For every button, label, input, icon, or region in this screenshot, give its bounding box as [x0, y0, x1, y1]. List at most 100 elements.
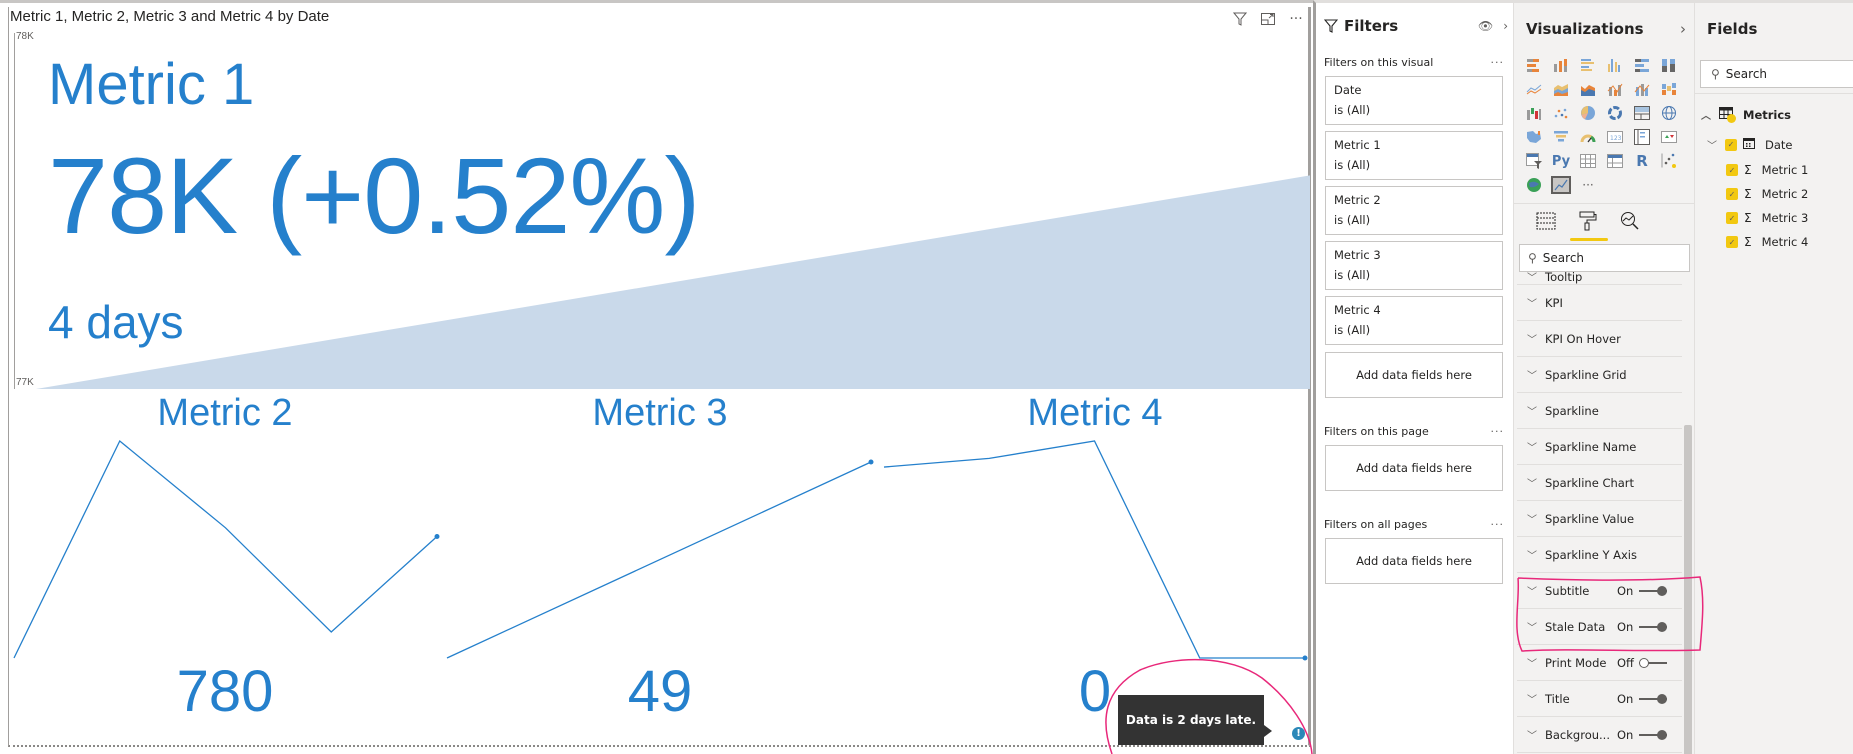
filter-card-date[interactable]: Date is (All) — [1325, 76, 1503, 125]
more-options-icon[interactable]: ··· — [1491, 518, 1505, 531]
filter-card-metric-4[interactable]: Metric 4 is (All) — [1325, 296, 1503, 345]
format-card-tooltip[interactable]: ﹀ Tooltip — [1517, 265, 1682, 285]
checkbox-checked-icon[interactable]: ✓ — [1726, 236, 1738, 248]
chevron-down-icon[interactable]: ﹀ — [1527, 295, 1537, 310]
funnel-icon[interactable] — [1551, 128, 1571, 146]
gauge-icon[interactable] — [1578, 128, 1598, 146]
format-pane-scrollbar[interactable] — [1684, 425, 1692, 754]
chevron-down-icon[interactable]: ﹀ — [1527, 727, 1537, 742]
format-card-kpi-on-hover[interactable]: ﹀ KPI On Hover — [1517, 321, 1682, 357]
pie-chart-icon[interactable] — [1578, 104, 1598, 122]
toggle-switch[interactable] — [1639, 658, 1669, 668]
add-page-filter-dropzone[interactable]: Add data fields here — [1325, 445, 1503, 491]
field-item-metric-3[interactable]: ✓ Σ Metric 3 — [1726, 211, 1808, 225]
slicer-icon[interactable] — [1524, 152, 1544, 170]
arcgis-map-icon[interactable] — [1524, 176, 1544, 194]
report-canvas[interactable]: Metric 1, Metric 2, Metric 3 and Metric … — [0, 0, 1313, 754]
filter-card-metric-1[interactable]: Metric 1 is (All) — [1325, 131, 1503, 180]
chevron-down-icon[interactable]: ﹀ — [1527, 367, 1537, 382]
r-visual-icon[interactable]: R — [1632, 152, 1652, 170]
field-item-metric-1[interactable]: ✓ Σ Metric 1 — [1726, 163, 1808, 177]
multi-row-card-icon[interactable] — [1632, 128, 1652, 146]
clustered-column-chart-icon[interactable] — [1605, 56, 1625, 74]
checkbox-checked-icon[interactable]: ✓ — [1726, 164, 1738, 176]
fields-tab-icon[interactable] — [1534, 209, 1558, 233]
format-card-sparkline-value[interactable]: ﹀ Sparkline Value — [1517, 501, 1682, 537]
format-card-title[interactable]: ﹀ Title On — [1517, 681, 1682, 717]
stacked-bar-chart-icon[interactable] — [1524, 56, 1544, 74]
format-card-subtitle[interactable]: ﹀ Subtitle On — [1517, 573, 1682, 609]
chevron-down-icon[interactable]: ﹀ — [1527, 583, 1537, 598]
map-icon[interactable] — [1659, 104, 1679, 122]
toggle-switch[interactable] — [1639, 730, 1669, 740]
checkbox-checked-icon[interactable]: ✓ — [1725, 138, 1737, 151]
toggle-knob[interactable] — [1657, 622, 1667, 632]
stacked-column-chart-icon[interactable] — [1551, 56, 1571, 74]
format-card-kpi[interactable]: ﹀ KPI — [1517, 285, 1682, 321]
toggle-knob[interactable] — [1639, 658, 1649, 668]
donut-chart-icon[interactable] — [1605, 104, 1625, 122]
line-chart-icon[interactable] — [1524, 80, 1544, 98]
kpi-sparkline-custom-visual-icon[interactable] — [1551, 176, 1571, 194]
clustered-bar-chart-icon[interactable] — [1578, 56, 1598, 74]
filter-icon[interactable] — [1231, 11, 1249, 27]
field-item-date[interactable]: ﹀ ✓ Date — [1707, 137, 1793, 153]
filter-card-metric-3[interactable]: Metric 3 is (All) — [1325, 241, 1503, 290]
toggle-switch[interactable] — [1639, 622, 1669, 632]
format-paint-roller-tab-icon[interactable] — [1570, 209, 1608, 241]
field-table-metrics[interactable]: ︿ Metrics — [1701, 107, 1791, 123]
chevron-up-icon[interactable]: ︿ — [1701, 107, 1711, 122]
area-chart-icon[interactable] — [1551, 80, 1571, 98]
format-card-sparkline[interactable]: ﹀ Sparkline — [1517, 393, 1682, 429]
format-card-backgrou[interactable]: ﹀ Backgrou... On — [1517, 717, 1682, 753]
format-card-stale-data[interactable]: ﹀ Stale Data On — [1517, 609, 1682, 645]
focus-mode-icon[interactable] — [1259, 11, 1277, 27]
eye-icon[interactable]: 👁 — [1478, 19, 1493, 33]
chevron-down-icon[interactable]: ﹀ — [1527, 269, 1537, 284]
waterfall-chart-icon[interactable] — [1524, 104, 1544, 122]
format-card-sparkline-chart[interactable]: ﹀ Sparkline Chart — [1517, 465, 1682, 501]
scatter-chart-icon[interactable] — [1551, 104, 1571, 122]
chevron-down-icon[interactable]: ﹀ — [1527, 691, 1537, 706]
stale-data-warning-icon[interactable]: ! — [1292, 727, 1305, 740]
toggle-switch[interactable] — [1639, 694, 1669, 704]
stacked-area-chart-icon[interactable] — [1578, 80, 1598, 98]
filled-map-icon[interactable] — [1524, 128, 1544, 146]
toggle-knob[interactable] — [1657, 586, 1667, 596]
filter-card-metric-2[interactable]: Metric 2 is (All) — [1325, 186, 1503, 235]
card-icon[interactable]: 123 — [1605, 128, 1625, 146]
format-card-sparkline-grid[interactable]: ﹀ Sparkline Grid — [1517, 357, 1682, 393]
chevron-down-icon[interactable]: ﹀ — [1527, 655, 1537, 670]
checkbox-checked-icon[interactable]: ✓ — [1726, 212, 1738, 224]
add-report-filter-dropzone[interactable]: Add data fields here — [1325, 538, 1503, 584]
line-stacked-column-chart-icon[interactable] — [1605, 80, 1625, 98]
collapse-filters-chevron-icon[interactable]: › — [1503, 19, 1508, 33]
fields-search-input[interactable]: ⚲ Search — [1700, 60, 1853, 88]
chevron-down-icon[interactable]: ﹀ — [1707, 137, 1717, 152]
field-item-metric-2[interactable]: ✓ Σ Metric 2 — [1726, 187, 1808, 201]
chevron-down-icon[interactable]: ﹀ — [1527, 475, 1537, 490]
collapse-visualizations-chevron-icon[interactable]: › — [1680, 20, 1686, 38]
chevron-down-icon[interactable]: ﹀ — [1527, 331, 1537, 346]
analytics-magnifier-tab-icon[interactable] — [1618, 209, 1642, 233]
key-influencers-icon[interactable] — [1659, 152, 1679, 170]
chevron-down-icon[interactable]: ﹀ — [1527, 547, 1537, 562]
100pct-stacked-bar-chart-icon[interactable] — [1632, 56, 1652, 74]
field-item-metric-4[interactable]: ✓ Σ Metric 4 — [1726, 235, 1808, 249]
format-card-sparkline-y-axis[interactable]: ﹀ Sparkline Y Axis — [1517, 537, 1682, 573]
more-options-icon[interactable]: ··· — [1491, 425, 1505, 438]
chevron-down-icon[interactable]: ﹀ — [1527, 619, 1537, 634]
python-visual-icon[interactable]: Py — [1551, 152, 1571, 170]
format-card-print-mode[interactable]: ﹀ Print Mode Off — [1517, 645, 1682, 681]
toggle-knob[interactable] — [1657, 694, 1667, 704]
table-icon[interactable] — [1578, 152, 1598, 170]
100pct-stacked-column-chart-icon[interactable] — [1659, 56, 1679, 74]
chevron-down-icon[interactable]: ﹀ — [1527, 439, 1537, 454]
more-visuals-icon[interactable]: ··· — [1578, 176, 1598, 194]
line-clustered-column-chart-icon[interactable] — [1632, 80, 1652, 98]
treemap-icon[interactable] — [1632, 104, 1652, 122]
add-visual-filter-dropzone[interactable]: Add data fields here — [1325, 352, 1503, 398]
chevron-down-icon[interactable]: ﹀ — [1527, 511, 1537, 526]
toggle-knob[interactable] — [1657, 730, 1667, 740]
checkbox-checked-icon[interactable]: ✓ — [1726, 188, 1738, 200]
